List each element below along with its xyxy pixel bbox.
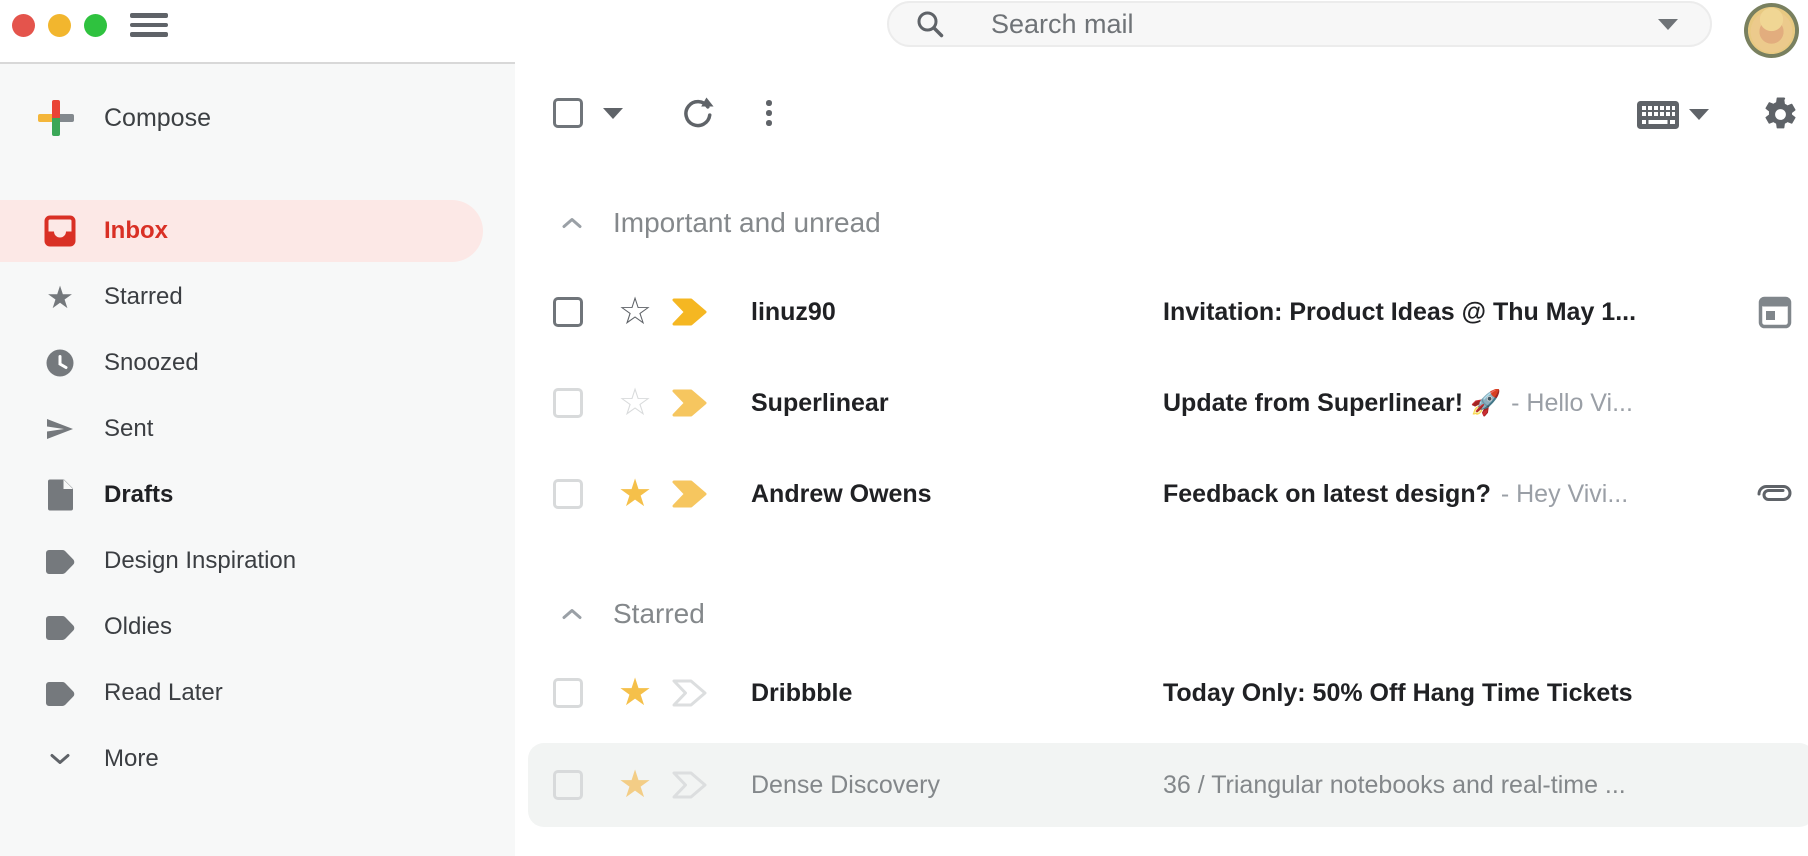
sidebar-item-drafts[interactable]: Drafts: [0, 462, 515, 528]
row-checkbox[interactable]: [553, 678, 583, 708]
star-toggle-icon[interactable]: ☆: [613, 383, 657, 423]
email-subject: Update from Superlinear! 🚀: [1163, 389, 1501, 418]
section-title: Important and unread: [613, 207, 881, 239]
sidebar-item-read-later[interactable]: Read Later: [0, 660, 515, 726]
email-row[interactable]: ★ Dense Discovery 36 / Triangular notebo…: [528, 743, 1808, 827]
row-checkbox[interactable]: [553, 388, 583, 418]
label-icon: [41, 678, 79, 708]
sidebar-item-snoozed[interactable]: Snoozed: [0, 330, 515, 396]
email-row[interactable]: ★ Dribbble Today Only: 50% Off Hang Time…: [528, 651, 1808, 735]
email-row[interactable]: ☆ linuz90 Invitation: Product Ideas @ Th…: [528, 270, 1808, 354]
star-toggle-icon[interactable]: ★: [613, 474, 657, 514]
star-toggle-icon[interactable]: ★: [613, 765, 657, 805]
sidebar-item-oldies[interactable]: Oldies: [0, 594, 515, 660]
importance-marker-icon[interactable]: [671, 678, 709, 708]
sidebar: Compose Inbox ★ Starred: [0, 62, 515, 856]
sidebar-item-inbox[interactable]: Inbox: [0, 198, 515, 264]
email-sender: linuz90: [751, 298, 1117, 327]
minimize-window-button[interactable]: [48, 14, 71, 37]
close-window-button[interactable]: [12, 14, 35, 37]
attachment-icon: [1755, 483, 1795, 505]
chevron-down-icon: [41, 752, 79, 766]
keyboard-input-tools-icon[interactable]: [1637, 101, 1679, 129]
select-all-checkbox[interactable]: [553, 98, 583, 128]
row-checkbox[interactable]: [553, 479, 583, 509]
sidebar-item-label: Read Later: [104, 679, 223, 707]
send-icon: [41, 413, 79, 445]
settings-gear-icon[interactable]: [1762, 96, 1799, 133]
input-tools-caret-icon[interactable]: [1689, 109, 1709, 120]
inbox-icon: [41, 214, 79, 248]
search-options-caret-icon[interactable]: [1658, 19, 1678, 30]
draft-icon: [41, 478, 79, 512]
sidebar-item-starred[interactable]: ★ Starred: [0, 264, 515, 330]
importance-marker-icon[interactable]: [671, 770, 709, 800]
sidebar-item-label: Design Inspiration: [104, 547, 296, 575]
email-subject: Invitation: Product Ideas @ Thu May 1...: [1163, 298, 1636, 327]
search-placeholder: Search mail: [991, 9, 1658, 40]
clock-icon: [41, 347, 79, 379]
email-snippet: - Hey Vivi...: [1501, 480, 1628, 509]
star-icon: ★: [41, 282, 79, 313]
email-sender: Andrew Owens: [751, 480, 1117, 509]
sidebar-item-more[interactable]: More: [0, 726, 515, 792]
sidebar-item-sent[interactable]: Sent: [0, 396, 515, 462]
gmail-window: Search mail Compose Inbox: [0, 0, 1808, 856]
zoom-window-button[interactable]: [84, 14, 107, 37]
search-icon: [915, 9, 945, 39]
star-toggle-icon[interactable]: ☆: [613, 292, 657, 332]
search-input[interactable]: Search mail: [887, 1, 1712, 47]
row-checkbox[interactable]: [553, 297, 583, 327]
section-header-starred[interactable]: Starred: [561, 598, 705, 630]
email-subject: 36 / Triangular notebooks and real-time …: [1163, 771, 1626, 800]
section-header-important[interactable]: Important and unread: [561, 207, 881, 239]
label-icon: [41, 546, 79, 576]
label-icon: [41, 612, 79, 642]
compose-button[interactable]: Compose: [38, 92, 211, 144]
section-title: Starred: [613, 598, 705, 630]
sidebar-item-label: Drafts: [104, 481, 173, 509]
email-subject: Feedback on latest design?: [1163, 480, 1491, 509]
window-controls: [12, 14, 107, 37]
email-subject: Today Only: 50% Off Hang Time Tickets: [1163, 679, 1633, 708]
importance-marker-icon[interactable]: [671, 479, 709, 509]
email-sender: Superlinear: [751, 389, 1117, 418]
sidebar-item-label: More: [104, 745, 159, 773]
star-toggle-icon[interactable]: ★: [613, 673, 657, 713]
sidebar-item-label: Snoozed: [104, 349, 199, 377]
window-header: Search mail: [0, 0, 1808, 62]
email-row[interactable]: ☆ Superlinear Update from Superlinear! 🚀…: [528, 361, 1808, 445]
mail-list-pane: Important and unread ☆ linuz90 Invitatio…: [515, 62, 1808, 856]
email-snippet: - Hello Vi...: [1511, 389, 1633, 418]
sidebar-item-label: Starred: [104, 283, 183, 311]
sidebar-item-design-inspiration[interactable]: Design Inspiration: [0, 528, 515, 594]
hamburger-menu-icon[interactable]: [130, 13, 168, 37]
sidebar-item-label: Sent: [104, 415, 153, 443]
list-toolbar: [515, 98, 1808, 134]
row-checkbox[interactable]: [553, 770, 583, 800]
multicolor-plus-icon: [38, 100, 74, 136]
compose-label: Compose: [104, 104, 211, 133]
email-sender: Dribbble: [751, 679, 1117, 708]
importance-marker-icon[interactable]: [671, 297, 709, 327]
user-avatar[interactable]: [1744, 3, 1799, 58]
sidebar-item-label: Oldies: [104, 613, 172, 641]
calendar-icon: [1755, 294, 1795, 330]
sidebar-nav: Inbox ★ Starred Snoozed: [0, 198, 515, 792]
email-sender: Dense Discovery: [751, 771, 1117, 800]
email-row[interactable]: ★ Andrew Owens Feedback on latest design…: [528, 452, 1808, 536]
importance-marker-icon[interactable]: [671, 388, 709, 418]
sidebar-item-label: Inbox: [104, 217, 168, 245]
more-vertical-icon[interactable]: [766, 100, 772, 126]
chevron-up-icon: [561, 216, 583, 230]
select-caret-icon[interactable]: [603, 108, 623, 119]
chevron-up-icon: [561, 607, 583, 621]
refresh-icon[interactable]: [680, 97, 715, 132]
